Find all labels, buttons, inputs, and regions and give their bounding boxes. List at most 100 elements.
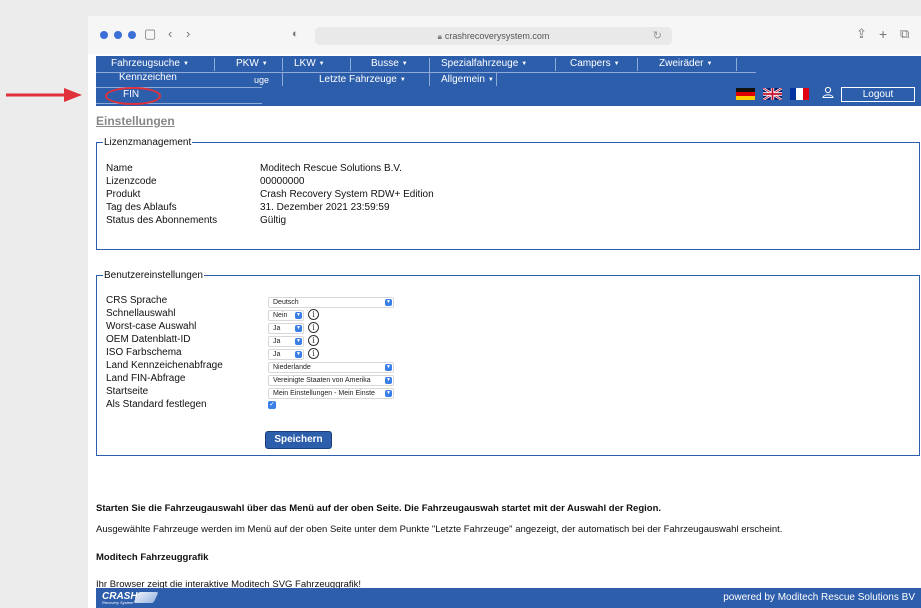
info-icon[interactable]: i [308, 309, 319, 320]
selected-vehicles-text: Ausgewählte Fahrzeuge werden im Menü auf… [96, 524, 783, 535]
nav-separator [736, 58, 737, 71]
setting-label-startpage: Startseite [106, 386, 149, 397]
zoom-window-button[interactable] [128, 31, 136, 39]
shield-icon[interactable]: ◐ [292, 26, 299, 42]
oem-select[interactable]: Ja ▼ [268, 336, 304, 347]
nav-spezialfahrzeuge[interactable]: Spezialfahrzeuge ▼ [441, 58, 527, 69]
language-flags [736, 88, 809, 100]
user-settings-legend: Benutzereinstellungen [104, 270, 203, 281]
nav-separator [350, 58, 351, 71]
worstcase-select[interactable]: Ja ▼ [268, 323, 304, 334]
setting-label-plate-country: Land Kennzeichenabfrage [106, 360, 223, 371]
crash-logo: CRASH Recovery System [102, 591, 138, 605]
nav-busse[interactable]: Busse ▼ [371, 58, 408, 69]
window-controls [100, 31, 136, 39]
nav-fahrzeuge-partial[interactable]: uge [254, 75, 269, 85]
graphic-heading: Moditech Fahrzeuggrafik [96, 552, 209, 563]
save-button[interactable]: Speichern [265, 431, 332, 449]
vin-country-select[interactable]: Vereinigte Staaten von Amerika ▼ [268, 375, 394, 386]
nav-separator [214, 58, 215, 71]
nav-campers[interactable]: Campers ▼ [570, 58, 620, 69]
minimize-window-button[interactable] [114, 31, 122, 39]
nav-separator [637, 58, 638, 71]
license-label-expiry: Tag des Ablaufs [106, 202, 177, 213]
license-fieldset: Lizenzmanagement Name Moditech Rescue So… [96, 137, 920, 250]
chevron-down-icon: ▼ [295, 312, 302, 319]
info-icon[interactable]: i [308, 322, 319, 333]
new-tab-icon[interactable]: + [879, 26, 887, 42]
user-icon[interactable] [822, 86, 834, 101]
license-legend: Lizenzmanagement [104, 137, 192, 148]
main-navigation: Fahrzeugsuche ▼ PKW ▼ LKW ▼ Busse ▼ Spezialf… [96, 56, 921, 106]
close-window-button[interactable] [100, 31, 108, 39]
license-value-expiry: 31. Dezember 2021 23:59:59 [260, 202, 390, 213]
license-value-name: Moditech Rescue Solutions B.V. [260, 163, 402, 174]
quickselect-select[interactable]: Nein ▼ [268, 310, 304, 321]
setting-label-quickselect: Schnellauswahl [106, 308, 176, 319]
nav-letzte-fahrzeuge[interactable]: Letzte Fahrzeuge ▼ [319, 74, 406, 85]
setting-label-vin-country: Land FIN-Abfrage [106, 373, 186, 384]
license-value-product: Crash Recovery System RDW+ Edition [260, 189, 434, 200]
license-label-name: Name [106, 163, 133, 174]
setting-label-default: Als Standard festlegen [106, 399, 207, 410]
info-icon[interactable]: i [308, 335, 319, 346]
license-value-status: Gültig [260, 215, 287, 226]
address-bar[interactable]: 🔒︎ crashrecoverysystem.com ↻ [315, 27, 672, 45]
browser-window: ▢ ‹ › ◐ 🔒︎ crashrecoverysystem.com ↻ ⇪ + … [88, 16, 921, 608]
nav-divider [96, 72, 756, 73]
license-label-code: Lizenzcode [106, 176, 157, 187]
nav-separator [496, 73, 497, 86]
chevron-down-icon: ▼ [385, 377, 392, 384]
user-settings-fieldset: Benutzereinstellungen CRS Sprache Deutsc… [96, 270, 920, 456]
tabs-overview-icon[interactable]: ⧉ [900, 26, 909, 42]
red-circle-annotation [105, 87, 161, 105]
license-label-status: Status des Abonnements [106, 215, 218, 226]
chevron-down-icon: ▼ [295, 325, 302, 332]
page-title: Einstellungen [96, 114, 175, 128]
main-content: Einstellungen Lizenzmanagement Name Modi… [96, 106, 921, 590]
setting-label-oem: OEM Datenblatt-ID [106, 334, 191, 345]
browser-toolbar: ▢ ‹ › ◐ 🔒︎ crashrecoverysystem.com ↻ ⇪ + … [88, 16, 921, 54]
reload-icon[interactable]: ↻ [653, 27, 662, 45]
language-select[interactable]: Deutsch ▼ [268, 297, 394, 308]
plate-country-select[interactable]: Niederlande ▼ [268, 362, 394, 373]
startpage-select[interactable]: Mein Einstellungen - Mein Einste ▼ [268, 388, 394, 399]
iso-select[interactable]: Ja ▼ [268, 349, 304, 360]
dropdown-item-kennzeichen[interactable]: Kennzeichen [119, 72, 177, 83]
footer-bar: CRASH Recovery System powered by Moditech… [96, 588, 921, 608]
intro-text: Starten Sie die Fahrzeugauswahl über das… [96, 503, 662, 514]
nav-separator [282, 58, 283, 71]
nav-allgemein[interactable]: Allgemein ▼ [441, 74, 494, 85]
french-flag-icon[interactable] [790, 88, 809, 100]
setting-label-iso: ISO Farbschema [106, 347, 182, 358]
logout-button[interactable]: Logout [841, 87, 915, 102]
license-label-product: Produkt [106, 189, 141, 200]
license-value-code: 00000000 [260, 176, 305, 187]
nav-separator [555, 58, 556, 71]
url-text: crashrecoverysystem.com [444, 31, 550, 41]
lock-icon: 🔒︎ [437, 32, 442, 41]
chevron-down-icon: ▼ [385, 299, 392, 306]
powered-by-text: powered by Moditech Rescue Solutions BV [723, 592, 915, 603]
setting-label-worstcase: Worst-case Auswahl [106, 321, 197, 332]
chevron-down-icon: ▼ [295, 351, 302, 358]
chevron-down-icon: ▼ [385, 364, 392, 371]
crash-logo-shape [133, 592, 159, 603]
nav-lkw[interactable]: LKW ▼ [294, 58, 325, 69]
uk-flag-icon[interactable] [763, 88, 782, 100]
default-checkbox[interactable]: ✓ [268, 401, 276, 409]
nav-zweiraeder[interactable]: Zweiräder ▼ [659, 58, 712, 69]
chevron-down-icon: ▼ [385, 390, 392, 397]
sidebar-icon[interactable]: ▢ [144, 26, 156, 42]
forward-icon[interactable]: › [186, 26, 190, 42]
chevron-down-icon: ▼ [295, 338, 302, 345]
nav-pkw[interactable]: PKW ▼ [236, 58, 268, 69]
nav-separator [282, 73, 283, 86]
back-icon[interactable]: ‹ [168, 26, 172, 42]
setting-label-language: CRS Sprache [106, 295, 168, 306]
nav-fahrzeugsuche[interactable]: Fahrzeugsuche ▼ [111, 58, 189, 69]
red-arrow-annotation [6, 88, 82, 102]
info-icon[interactable]: i [308, 348, 319, 359]
german-flag-icon[interactable] [736, 88, 755, 100]
share-icon[interactable]: ⇪ [856, 26, 867, 42]
